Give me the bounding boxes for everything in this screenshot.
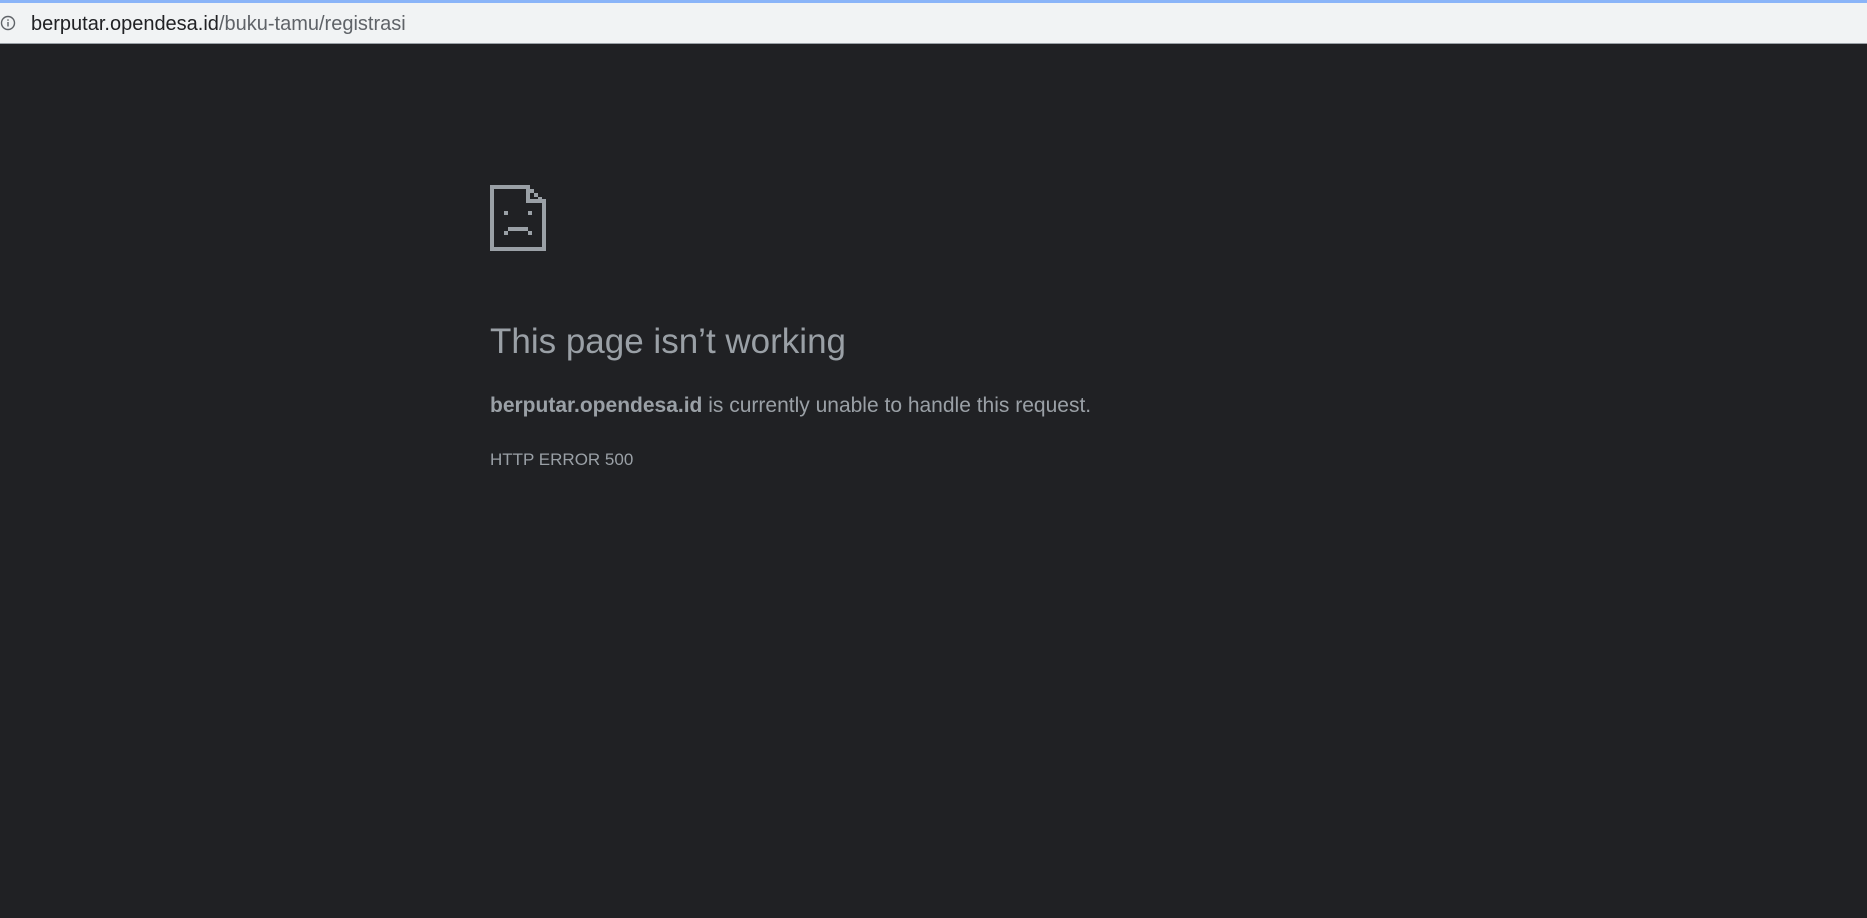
error-code: HTTP ERROR 500: [490, 450, 634, 469]
url-host: berputar.opendesa.id: [31, 13, 219, 35]
sad-page-icon: [490, 185, 546, 251]
error-message: berputar.opendesa.id is currently unable…: [490, 392, 1091, 420]
error-title: This page isn’t working: [490, 322, 846, 361]
address-bar[interactable]: berputar.opendesa.id/buku-tamu/registras…: [0, 0, 1867, 44]
info-icon[interactable]: [0, 15, 16, 31]
url-text[interactable]: berputar.opendesa.id/buku-tamu/registras…: [31, 12, 406, 36]
error-host: berputar.opendesa.id: [490, 394, 703, 417]
error-page: [0, 44, 1867, 918]
url-path: /buku-tamu/registrasi: [218, 13, 406, 35]
error-message-text: is currently unable to handle this reque…: [702, 394, 1092, 417]
